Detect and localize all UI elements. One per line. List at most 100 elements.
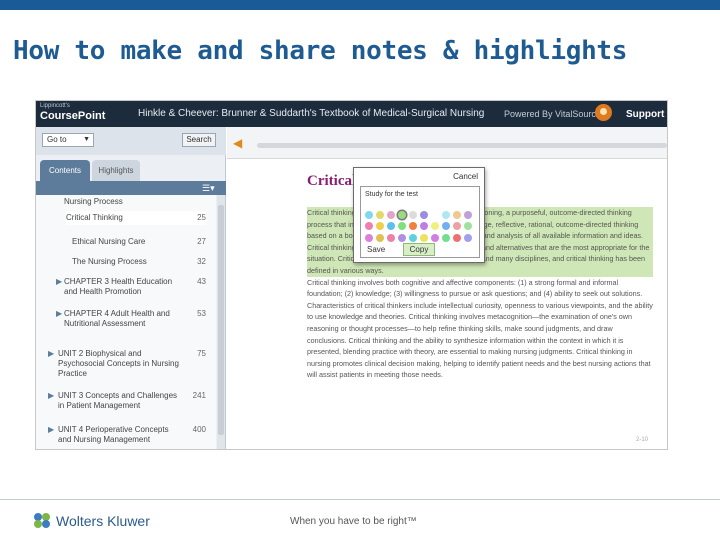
color-swatch[interactable] xyxy=(431,222,439,231)
color-swatch[interactable] xyxy=(442,222,450,231)
sidebar: Go to ▼ Search Contents Highlights ☰▾ Nu… xyxy=(36,127,226,449)
toc-item[interactable]: Nursing Process xyxy=(64,197,204,207)
toc-scrollbar[interactable] xyxy=(217,195,225,449)
top-accent-bar xyxy=(0,0,720,10)
toc-item[interactable]: Ethical Nursing Care 27 xyxy=(72,237,206,247)
color-swatch[interactable] xyxy=(387,222,395,231)
note-field[interactable]: Study for the test Save Copy xyxy=(360,186,480,258)
toc-item-page: 32 xyxy=(197,257,206,266)
toc-item-page: 27 xyxy=(197,237,206,246)
color-swatch[interactable] xyxy=(420,233,428,242)
toc-item-page: 75 xyxy=(197,349,206,358)
color-swatch[interactable] xyxy=(398,233,406,242)
color-swatch[interactable] xyxy=(442,211,450,219)
logo-subtitle: Lippincott's xyxy=(40,103,70,109)
tab-contents[interactable]: Contents xyxy=(40,160,90,181)
toc-toolbar: ☰▾ xyxy=(36,181,226,195)
color-swatch[interactable] xyxy=(453,233,461,242)
toc-item-label: CHAPTER 3 Health Education and Health Pr… xyxy=(64,277,173,296)
color-swatch[interactable] xyxy=(420,222,428,231)
color-swatch[interactable] xyxy=(365,222,373,231)
toc-list: Nursing Process Critical Thinking 25 Eth… xyxy=(36,195,216,449)
color-swatch[interactable] xyxy=(464,222,472,231)
slide-title: How to make and share notes & highlights xyxy=(13,36,628,66)
color-swatch[interactable] xyxy=(420,211,428,219)
toc-item[interactable]: CHAPTER 4 Adult Health and Nutritional A… xyxy=(64,309,206,329)
search-button[interactable]: Search xyxy=(182,133,216,147)
expand-caret-icon[interactable]: ▶ xyxy=(48,391,54,400)
toc-item-label: UNIT 2 Biophysical and Psychosocial Conc… xyxy=(58,349,179,378)
color-swatch[interactable] xyxy=(365,233,373,242)
toc-item-label: UNIT 3 Concepts and Challenges in Patien… xyxy=(58,391,178,410)
color-swatch[interactable] xyxy=(464,211,472,219)
toc-item-page: 53 xyxy=(197,309,206,318)
toc-item-page: 241 xyxy=(192,391,206,400)
color-swatch[interactable] xyxy=(409,211,417,219)
vitalsource-icon xyxy=(595,104,612,121)
paragraph: Critical thinking involves both cognitiv… xyxy=(307,277,653,380)
search-row: Go to ▼ Search xyxy=(36,127,226,155)
go-to-label: Go to xyxy=(47,135,67,144)
toc-item-active[interactable]: Critical Thinking 25 xyxy=(66,211,206,225)
list-menu-icon[interactable]: ☰▾ xyxy=(202,183,215,194)
app-screenshot: Lippincott's CoursePoint Hinkle & Cheeve… xyxy=(35,100,668,450)
page-number: 2-10 xyxy=(636,437,649,443)
toc-item-label: CHAPTER 4 Adult Health and Nutritional A… xyxy=(64,309,170,328)
color-swatch[interactable] xyxy=(453,211,461,219)
toc-item[interactable]: UNIT 2 Biophysical and Psychosocial Conc… xyxy=(58,349,206,379)
page-slider[interactable] xyxy=(257,143,667,148)
toc-item-label: UNIT 4 Perioperative Concepts and Nursin… xyxy=(58,425,169,444)
expand-caret-icon[interactable]: ▶ xyxy=(56,309,62,318)
toc-item-label: Critical Thinking xyxy=(66,213,123,222)
coursepoint-logo[interactable]: CoursePoint xyxy=(40,110,105,122)
save-button[interactable]: Save xyxy=(367,245,385,254)
toc-item-page: 43 xyxy=(197,277,206,286)
tab-highlights[interactable]: Highlights xyxy=(92,160,140,181)
chevron-down-icon: ▼ xyxy=(83,136,90,143)
tagline: When you have to be right™ xyxy=(290,516,417,527)
wolters-kluwer-logo-icon xyxy=(34,513,50,528)
go-to-select[interactable]: Go to ▼ xyxy=(42,133,94,147)
color-swatch[interactable] xyxy=(409,222,417,231)
previous-page-icon[interactable]: ◀ xyxy=(233,136,242,150)
expand-caret-icon[interactable]: ▶ xyxy=(56,277,62,286)
toc-item[interactable]: UNIT 3 Concepts and Challenges in Patien… xyxy=(58,391,206,411)
sidebar-tabs: Contents Highlights xyxy=(36,157,226,181)
color-swatch[interactable] xyxy=(442,233,450,242)
toc-scrollbar-thumb[interactable] xyxy=(218,205,224,435)
support-link[interactable]: Support xyxy=(626,109,664,120)
color-swatch[interactable] xyxy=(365,211,373,219)
color-swatch[interactable] xyxy=(398,211,406,219)
color-swatch[interactable] xyxy=(387,211,395,219)
note-popup: Cancel Study for the test Save Copy xyxy=(353,167,485,263)
book-title: Hinkle & Cheever: Brunner & Suddarth's T… xyxy=(138,108,485,119)
toc-item-label: Nursing Process xyxy=(64,197,123,206)
color-swatch[interactable] xyxy=(453,222,461,231)
toc-item[interactable]: CHAPTER 3 Health Education and Health Pr… xyxy=(64,277,206,297)
app-header: Lippincott's CoursePoint Hinkle & Cheeve… xyxy=(36,101,667,127)
color-swatch[interactable] xyxy=(376,222,384,231)
copy-button[interactable]: Copy xyxy=(403,243,435,256)
toc-item-page: 25 xyxy=(197,213,206,222)
color-swatch[interactable] xyxy=(376,211,384,219)
toc-item[interactable]: UNIT 4 Perioperative Concepts and Nursin… xyxy=(58,425,206,445)
color-swatch[interactable] xyxy=(431,211,439,219)
color-swatch[interactable] xyxy=(376,233,384,242)
color-swatch[interactable] xyxy=(409,233,417,242)
note-text[interactable]: Study for the test xyxy=(365,191,418,198)
expand-caret-icon[interactable]: ▶ xyxy=(48,425,54,434)
toc-item-page: 400 xyxy=(192,425,206,434)
toc-item-label: Ethical Nursing Care xyxy=(72,237,146,246)
color-swatch[interactable] xyxy=(387,233,395,242)
color-swatch[interactable] xyxy=(398,222,406,231)
color-swatch-grid xyxy=(365,211,477,243)
color-swatch[interactable] xyxy=(464,233,472,242)
toc-item[interactable]: The Nursing Process 32 xyxy=(72,257,206,267)
cancel-button[interactable]: Cancel xyxy=(453,172,478,181)
toc-item-label: The Nursing Process xyxy=(72,257,147,266)
footer-divider xyxy=(0,499,720,500)
reader-toolbar: ◀ xyxy=(227,127,667,159)
color-swatch[interactable] xyxy=(431,233,439,242)
expand-caret-icon[interactable]: ▶ xyxy=(48,349,54,358)
powered-by-label: Powered By VitalSource xyxy=(504,109,601,119)
